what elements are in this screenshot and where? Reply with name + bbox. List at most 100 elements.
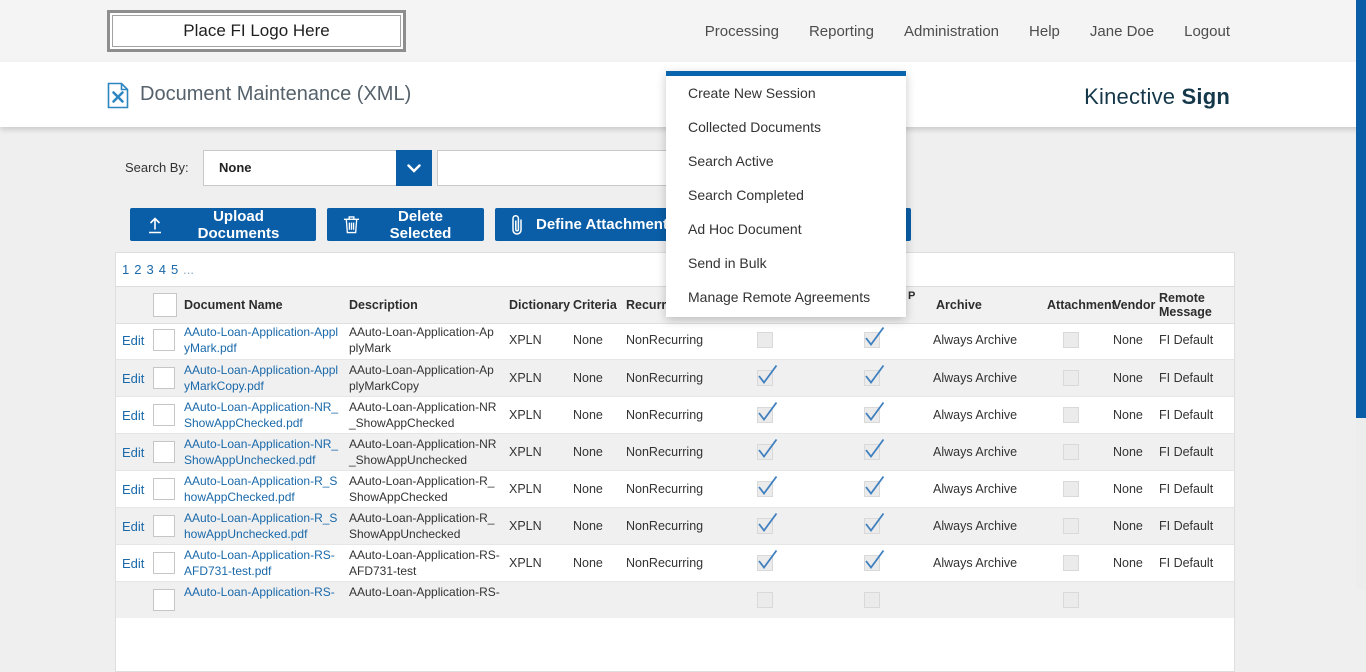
description-cell: AAuto-Loan-Application-NR _ShowAppChecke…: [349, 399, 496, 431]
edit-link[interactable]: Edit: [122, 360, 144, 397]
select-all-checkbox[interactable]: [153, 293, 177, 317]
edit-link[interactable]: Edit: [122, 545, 144, 582]
edit-link[interactable]: Edit: [122, 471, 144, 508]
edit-link[interactable]: Edit: [122, 434, 144, 471]
row-checkbox[interactable]: [153, 552, 175, 574]
criteria-cell: None: [573, 545, 603, 582]
edit-link[interactable]: Edit: [122, 322, 144, 359]
scrollbar-thumb[interactable]: [1356, 0, 1366, 418]
pagination-ellipsis[interactable]: ...: [183, 262, 194, 277]
flag2-checkbox: [864, 407, 880, 423]
page-link-4[interactable]: 4: [159, 262, 166, 277]
check-icon: [863, 437, 885, 459]
col-vendor: Vendor: [1113, 287, 1155, 323]
vertical-scrollbar[interactable]: [1356, 0, 1366, 589]
edit-link[interactable]: Edit: [122, 508, 144, 545]
menu-item-manage-remote-agreements[interactable]: Manage Remote Agreements: [666, 280, 906, 314]
upload-documents-button[interactable]: Upload Documents: [130, 208, 316, 241]
search-by-selected-value: None: [219, 151, 252, 185]
document-name-link[interactable]: AAuto-Loan-Application-RS- AFD731-test.p…: [184, 547, 335, 579]
description-cell: AAuto-Loan-Application-R_ ShowAppUncheck…: [349, 510, 494, 542]
recurring-cell: NonRecurring: [626, 471, 703, 508]
check-icon: [863, 548, 885, 570]
table-row: Edit AAuto-Loan-Application-NR_ ShowAppU…: [116, 433, 1234, 470]
document-name-link[interactable]: AAuto-Loan-Application-Appl yMark.pdf: [184, 324, 338, 356]
dictionary-cell: XPLN: [509, 397, 542, 434]
page-link-2[interactable]: 2: [134, 262, 141, 277]
vendor-cell: None: [1113, 471, 1143, 508]
row-checkbox[interactable]: [153, 367, 175, 389]
row-checkbox[interactable]: [153, 478, 175, 500]
flag1-checkbox: [757, 332, 773, 348]
flag2-checkbox: [864, 370, 880, 386]
archive-cell: Always Archive: [933, 434, 1017, 471]
menu-item-collected-documents[interactable]: Collected Documents: [666, 110, 906, 144]
search-by-select[interactable]: None: [203, 150, 432, 186]
attachment-checkbox: [1063, 407, 1079, 423]
table-row: Edit AAuto-Loan-Application-R_S howAppCh…: [116, 470, 1234, 507]
paperclip-icon: [511, 214, 523, 236]
nav-item-logout[interactable]: Logout: [1184, 23, 1230, 40]
delete-selected-button[interactable]: Delete Selected: [327, 208, 484, 241]
chevron-down-icon[interactable]: [396, 150, 432, 186]
row-checkbox[interactable]: [153, 404, 175, 426]
nav-item-user[interactable]: Jane Doe: [1090, 23, 1154, 40]
brand-logo: Kinective Sign: [1084, 84, 1230, 110]
document-name-link[interactable]: AAuto-Loan-Application-R_S howAppChecked…: [184, 473, 337, 505]
flag2-checkbox: [864, 518, 880, 534]
document-name-link[interactable]: AAuto-Loan-Application-RS-: [184, 584, 335, 600]
flag1-checkbox: [757, 518, 773, 534]
processing-dropdown-menu: Create New Session Collected Documents S…: [666, 71, 906, 317]
row-checkbox[interactable]: [153, 515, 175, 537]
dictionary-cell: XPLN: [509, 360, 542, 397]
trash-icon: [343, 215, 360, 234]
menu-item-search-completed[interactable]: Search Completed: [666, 178, 906, 212]
edit-link[interactable]: Edit: [122, 397, 144, 434]
criteria-cell: None: [573, 397, 603, 434]
page-link-1[interactable]: 1: [122, 262, 129, 277]
archive-cell: Always Archive: [933, 508, 1017, 545]
row-checkbox[interactable]: [153, 441, 175, 463]
col-dictionary: Dictionary: [509, 287, 570, 323]
check-icon: [756, 548, 778, 570]
check-icon: [756, 400, 778, 422]
menu-item-create-new-session[interactable]: Create New Session: [666, 76, 906, 110]
document-name-link[interactable]: AAuto-Loan-Application-NR_ ShowAppChecke…: [184, 399, 338, 431]
vendor-cell: None: [1113, 322, 1143, 359]
criteria-cell: None: [573, 360, 603, 397]
nav-item-reporting[interactable]: Reporting: [809, 23, 874, 40]
archive-cell: Always Archive: [933, 360, 1017, 397]
attachment-checkbox: [1063, 332, 1079, 348]
search-by-label: Search By:: [125, 150, 189, 186]
page-link-3[interactable]: 3: [146, 262, 153, 277]
attachment-checkbox: [1063, 444, 1079, 460]
table-row: AAuto-Loan-Application-RS- AAuto-Loan-Ap…: [116, 581, 1234, 618]
vendor-cell: None: [1113, 508, 1143, 545]
row-checkbox[interactable]: [153, 589, 175, 611]
menu-item-search-active[interactable]: Search Active: [666, 144, 906, 178]
dictionary-cell: XPLN: [509, 545, 542, 582]
menu-item-send-in-bulk[interactable]: Send in Bulk: [666, 246, 906, 280]
page-link-5[interactable]: 5: [171, 262, 178, 277]
col-obscured-fragment: P: [908, 289, 915, 303]
criteria-cell: None: [573, 508, 603, 545]
document-name-link[interactable]: AAuto-Loan-Application-R_S howAppUncheck…: [184, 510, 337, 542]
col-description: Description: [349, 287, 418, 323]
vendor-cell: None: [1113, 434, 1143, 471]
nav-item-processing[interactable]: Processing: [705, 23, 779, 40]
nav-item-administration[interactable]: Administration: [904, 23, 999, 40]
row-checkbox[interactable]: [153, 329, 175, 351]
table-row: Edit AAuto-Loan-Application-Appl yMarkCo…: [116, 359, 1234, 396]
flag2-checkbox: [864, 481, 880, 497]
archive-cell: Always Archive: [933, 322, 1017, 359]
nav-item-help[interactable]: Help: [1029, 23, 1060, 40]
remote-message-cell: FI Default: [1159, 508, 1213, 545]
dictionary-cell: XPLN: [509, 471, 542, 508]
check-icon: [863, 511, 885, 533]
check-icon: [756, 511, 778, 533]
attachment-checkbox: [1063, 481, 1079, 497]
menu-item-ad-hoc-document[interactable]: Ad Hoc Document: [666, 212, 906, 246]
document-name-link[interactable]: AAuto-Loan-Application-Appl yMarkCopy.pd…: [184, 362, 338, 394]
fi-logo-placeholder: Place FI Logo Here: [107, 10, 406, 52]
document-name-link[interactable]: AAuto-Loan-Application-NR_ ShowAppUnchec…: [184, 436, 338, 468]
